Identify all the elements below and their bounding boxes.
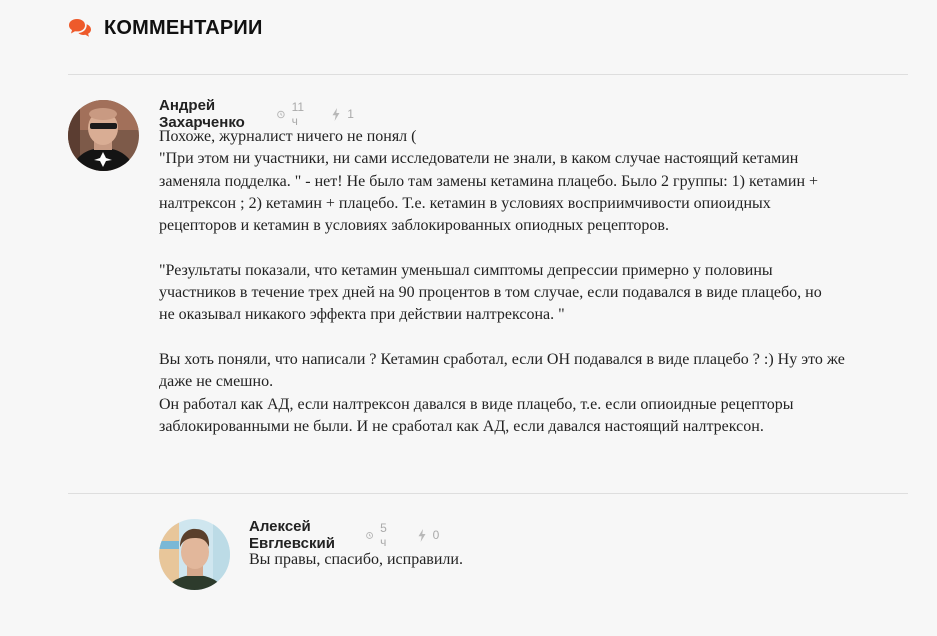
- comment-line: заменяла подделка. " - нет! Не было там …: [159, 172, 819, 190]
- comment-text: Вы правы, спасибо, исправили.: [249, 549, 463, 571]
- comment-line: Он работал как АД, если налтрексон давал…: [159, 395, 794, 413]
- comment-meta: Алексей Евглевский 5 ч 0: [249, 518, 440, 552]
- comment-line: "При этом ни участники, ни сами исследов…: [159, 150, 799, 168]
- comment-line: рецепторов и кетамин в условиях заблокир…: [159, 217, 669, 235]
- comment-text: Похоже, журналист ничего не понял ( "При…: [159, 126, 845, 438]
- comment-time: 5 ч: [366, 521, 391, 549]
- lightning-icon: [332, 107, 340, 121]
- rating-value: 0: [432, 528, 440, 542]
- comment-line: "Результаты показали, что кетамин уменьш…: [159, 261, 773, 279]
- avatar[interactable]: [68, 100, 139, 171]
- divider: [68, 74, 908, 75]
- comment-line: участников в течение трех дней на 90 про…: [159, 284, 822, 302]
- comment-line: даже не смешно.: [159, 373, 274, 391]
- comment-line: не оказывал никакого эффекта при действи…: [159, 306, 565, 324]
- divider: [68, 493, 908, 494]
- comment-time: 11 ч: [276, 100, 307, 128]
- comment-line: Похоже, журналист ничего не понял (: [159, 128, 417, 145]
- clock-icon: [276, 110, 285, 118]
- section-title: КОММЕНТАРИИ: [104, 16, 263, 39]
- comment-line: заблокированными не были. И не сработал …: [159, 417, 764, 435]
- clock-icon: [366, 531, 373, 539]
- rating-value: 1: [347, 107, 354, 121]
- comment-line: налтрексон ; 2) кетамин + плацебо. Т.е. …: [159, 194, 771, 212]
- avatar[interactable]: [159, 519, 230, 590]
- author-name[interactable]: Алексей Евглевский: [249, 518, 335, 552]
- comments-header: КОММЕНТАРИИ: [68, 15, 263, 41]
- comment-line: Вы хоть поняли, что написали ? Кетамин с…: [159, 350, 845, 368]
- comment-rating[interactable]: 1: [332, 107, 354, 121]
- time-label: 11 ч: [291, 100, 305, 128]
- comment-meta: Андрей Захарченко 11 ч 1: [159, 97, 354, 131]
- time-label: 5 ч: [380, 521, 387, 549]
- comment-line: Вы правы, спасибо, исправили.: [249, 551, 463, 568]
- comment-rating[interactable]: 0: [418, 528, 440, 542]
- comments-icon: [68, 18, 92, 38]
- lightning-icon: [418, 528, 426, 542]
